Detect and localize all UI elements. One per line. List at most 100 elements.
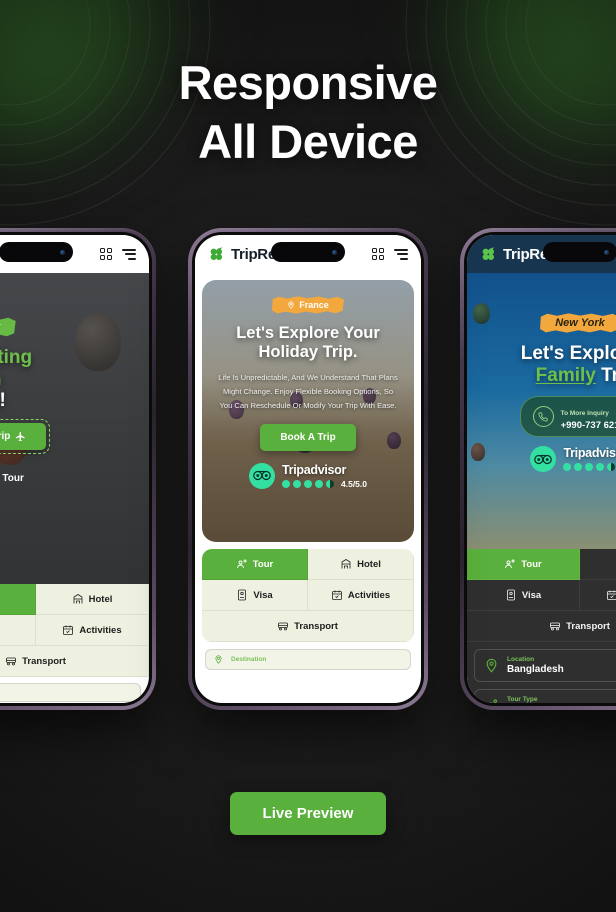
hero-title-line-3: ckages! (0, 390, 6, 412)
live-preview-button[interactable]: Live Preview (229, 792, 387, 835)
hero-title-line-2: Holiday Trip. (258, 342, 358, 361)
airplane-icon (16, 431, 25, 442)
tab-label: Activities (347, 589, 391, 601)
tour-icon (236, 559, 247, 569)
tour-icon (489, 699, 498, 703)
transport-icon (6, 657, 16, 666)
hero-title-line-1: Let's Explore (520, 343, 616, 364)
page-title: Responsive All Device (0, 56, 616, 168)
location-pin-icon (486, 658, 497, 673)
watch-tour-left[interactable]: Watch Tour (0, 466, 137, 492)
rating-dot (585, 463, 594, 472)
partial-field-left[interactable]: ion (0, 677, 149, 702)
destination-badge-right[interactable]: New York (540, 313, 616, 333)
tab-label: Visa (521, 589, 542, 601)
rating-dot (304, 479, 312, 488)
booking-tabs-right: Tour Hotel Visa Activities (467, 549, 616, 703)
hero-title-right: Let's Explore Family Tri (479, 343, 616, 386)
tab-hotel-center[interactable]: Hotel (308, 549, 414, 580)
phone-icon (532, 406, 554, 428)
tab-label: Hotel (357, 558, 381, 570)
tab-tour-right[interactable]: Tour (467, 549, 580, 580)
grid-icon-left[interactable] (99, 247, 112, 261)
hotel-icon (341, 559, 351, 569)
inquiry-pill-right[interactable]: To More Inquiry +990-737 621 4 (519, 396, 616, 438)
destination-badge-left[interactable]: New York (0, 317, 16, 337)
tab-transport-right[interactable]: Transport (467, 611, 616, 642)
tab-label: Transport (566, 620, 610, 632)
book-a-trip-button-left[interactable]: Book A Trip (0, 418, 51, 454)
hero-title-line-1: Let's Explore Your (236, 324, 380, 342)
destination-badge-label-center: France (299, 300, 329, 310)
activities-icon (331, 590, 342, 600)
hero-title-line-2: acation (0, 369, 2, 390)
tab-transport-center[interactable]: Transport (202, 611, 414, 642)
front-camera-icon (60, 249, 65, 255)
activities-icon (63, 625, 74, 635)
rating-dot (315, 479, 323, 488)
tab-transport-left[interactable]: Transport (0, 646, 149, 677)
transport-icon (550, 622, 560, 631)
tab-visa-right[interactable]: Visa (467, 580, 580, 611)
activities-icon (607, 590, 616, 600)
tab-hotel-right[interactable]: Hotel (580, 549, 616, 580)
front-camera-icon (332, 249, 337, 255)
rating-dot-half (326, 479, 334, 488)
book-a-trip-label-center: Book A Trip (280, 431, 336, 443)
tab-label: Visa (253, 589, 273, 601)
book-a-trip-button-center[interactable]: Book A Trip (260, 423, 356, 451)
tab-tour-left[interactable]: Tour (0, 584, 36, 615)
tab-hotel-left[interactable]: Hotel (36, 584, 149, 615)
rating-dot (574, 463, 583, 472)
hero-section-center: France Let's Explore Your Holiday Trip. … (202, 280, 414, 542)
tripadvisor-label-right: Tripadvisor (563, 446, 616, 461)
transport-icon (278, 622, 288, 631)
tour-icon (505, 559, 515, 569)
inquiry-phone-right: +990-737 621 4 (560, 420, 616, 432)
headline-line-2: All Device (198, 114, 418, 168)
tab-label: Transport (294, 620, 338, 632)
hero-section-left: New York re Exciting acation ckages! Boo… (0, 273, 149, 584)
phone-mockup-center[interactable]: TripRex France Let's Explore Your Holida… (188, 228, 428, 710)
grid-icon-center[interactable] (371, 247, 384, 261)
destination-badge-center[interactable]: France (271, 296, 345, 314)
tab-tour-center[interactable]: Tour (202, 549, 308, 580)
book-a-trip-label-left: Book A Trip (0, 430, 11, 442)
partial-field-center[interactable]: Destination (195, 642, 421, 670)
tripadvisor-rating-center: Tripadvisor 4.5/5.0 (214, 462, 402, 489)
tab-label: Tour (252, 558, 274, 570)
field-tour-type-right[interactable]: Tour Type Family Tour (474, 689, 616, 703)
hero-title-left: re Exciting acation ckages! (0, 347, 137, 412)
device-showcase: Rex New York re Exciting acation (0, 228, 616, 718)
phone-mockup-right[interactable]: TripRe New York Let's Explore Family Tri (460, 228, 616, 710)
hamburger-menu-icon-center[interactable] (394, 248, 408, 260)
tab-visa-left[interactable]: Visa (0, 615, 36, 646)
tab-activities-center[interactable]: Activities (308, 580, 414, 611)
logo-right[interactable]: TripRe (480, 246, 548, 263)
phone-notch-center (271, 242, 345, 262)
tab-label: Transport (22, 655, 66, 667)
hamburger-menu-icon-left[interactable] (122, 248, 136, 260)
tab-activities-left[interactable]: Activities (36, 615, 149, 646)
tripadvisor-owl-icon (249, 462, 275, 489)
rating-dot (563, 463, 572, 472)
headline-line-1: Responsive (178, 56, 438, 109)
live-preview-area: Live Preview (0, 792, 616, 835)
booking-tabs-center: Tour Hotel Visa Activities Transport (202, 549, 414, 642)
rating-dot (596, 463, 605, 472)
watch-tour-label-left: Watch Tour (0, 473, 24, 485)
rating-dot (293, 479, 301, 488)
brand-name-right: TripRe (503, 245, 548, 263)
phone-mockup-left[interactable]: Rex New York re Exciting acation (0, 228, 156, 710)
visa-icon (506, 589, 515, 601)
hero-title-center: Let's Explore Your Holiday Trip. (214, 324, 402, 362)
hero-description-center: Life Is Unpredictable, And We Understand… (218, 372, 398, 410)
tab-visa-center[interactable]: Visa (202, 580, 308, 611)
field-location-right[interactable]: Location Bangladesh (474, 649, 616, 682)
rating-dot (282, 479, 290, 488)
booking-tabs-left: Tour Hotel Visa Activities (0, 584, 149, 677)
hero-section-right: New York Let's Explore Family Tri To Mor… (467, 273, 616, 549)
tab-activities-right[interactable]: Activities (580, 580, 616, 611)
clover-logo-icon (210, 246, 223, 260)
partial-field-label-center: Destination (231, 656, 267, 663)
